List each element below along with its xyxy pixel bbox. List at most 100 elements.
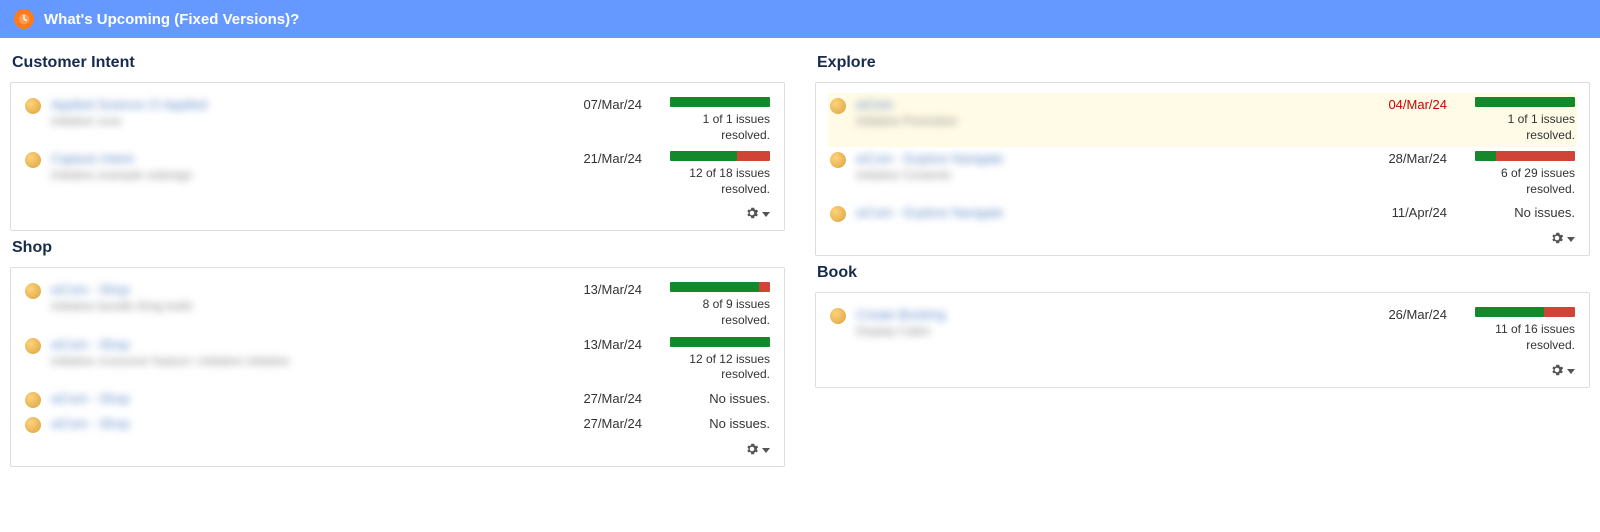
version-main: Applied Science CI Applied initiative xxx…	[51, 97, 552, 128]
version-panel: Create Booking Display Cabin26/Mar/24 11 o…	[815, 292, 1590, 387]
version-panel: Applied Science CI Applied initiative xxx…	[10, 82, 785, 231]
version-main: wCom - Shopinitiative bundle thing build	[51, 282, 552, 313]
version-icon	[25, 417, 41, 433]
version-progress: No issues.	[660, 416, 770, 431]
chevron-down-icon	[762, 212, 770, 217]
version-icon	[25, 152, 41, 168]
version-name[interactable]: Create Booking	[856, 307, 1357, 322]
version-name[interactable]: wCom - Explore Navigate	[856, 205, 1357, 220]
section-title: Book	[817, 264, 1590, 282]
version-date: 27/Mar/24	[552, 391, 642, 406]
version-row[interactable]: Create Booking Display Cabin26/Mar/24 11 o…	[828, 303, 1577, 357]
columns: Customer IntentApplied Science CI Applie…	[0, 38, 1600, 477]
version-row[interactable]: wCom - Shop27/Mar/24 No issues.	[23, 387, 772, 412]
panel-menu-button[interactable]	[1549, 230, 1577, 249]
version-row[interactable]: wCom - Explore Navigate11/Apr/24No issue…	[828, 201, 1577, 226]
version-row[interactable]: wCom - Shop initiative crossover feature …	[23, 333, 772, 387]
section-title: Shop	[12, 239, 785, 257]
version-main: wCom - Shop initiative crossover feature …	[51, 337, 552, 368]
version-main: wCom - Shop	[51, 416, 552, 431]
progress-bar[interactable]	[1475, 307, 1575, 317]
progress-label: 1 of 1 issues resolved.	[1465, 112, 1575, 143]
progress-label: 12 of 12 issues resolved.	[660, 352, 770, 383]
version-subtext: Display Cabin	[856, 324, 1357, 338]
progress-label: 1 of 1 issues resolved.	[660, 112, 770, 143]
version-date: 04/Mar/24	[1357, 97, 1447, 112]
progress-bar[interactable]	[670, 282, 770, 292]
gadget-header: What's Upcoming (Fixed Versions)?	[0, 0, 1600, 38]
version-row[interactable]: Capture Intent initiative example redesig…	[23, 147, 772, 201]
version-main: wCom - Explore Navigate	[856, 205, 1357, 220]
gadget-title: What's Upcoming (Fixed Versions)?	[44, 11, 299, 28]
progress-label: 6 of 29 issues resolved.	[1465, 166, 1575, 197]
version-name[interactable]: wCom - Shop	[51, 337, 552, 352]
version-subtext: initiative example redesign	[51, 168, 552, 182]
version-icon	[830, 308, 846, 324]
gear-icon	[1551, 232, 1563, 247]
version-subtext: initiative Contents	[856, 168, 1357, 182]
version-main: Capture Intent initiative example redesig…	[51, 151, 552, 182]
version-subtext: initiative Promotion	[856, 114, 1357, 128]
no-issues-label: No issues.	[709, 416, 770, 431]
chevron-down-icon	[762, 448, 770, 453]
version-date: 13/Mar/24	[552, 282, 642, 297]
version-name[interactable]: Capture Intent	[51, 151, 552, 166]
panel-footer	[23, 437, 772, 460]
version-panel: wCom - Shopinitiative bundle thing build…	[10, 267, 785, 466]
progress-bar[interactable]	[1475, 97, 1575, 107]
progress-label: 11 of 16 issues resolved.	[1465, 322, 1575, 353]
section-title: Explore	[817, 54, 1590, 72]
version-date: 21/Mar/24	[552, 151, 642, 166]
version-name[interactable]: Applied Science CI Applied	[51, 97, 552, 112]
panel-footer	[828, 226, 1577, 249]
panel-menu-button[interactable]	[744, 441, 772, 460]
panel-footer	[23, 201, 772, 224]
version-row[interactable]: wCom - Explore Navigate initiative Conten…	[828, 147, 1577, 201]
version-main: wCom initiative Promotion	[856, 97, 1357, 128]
version-row[interactable]: wCom - Shop27/Mar/24 No issues.	[23, 412, 772, 437]
version-progress: No issues.	[660, 391, 770, 406]
chevron-down-icon	[1567, 369, 1575, 374]
version-row[interactable]: wCom - Shopinitiative bundle thing build…	[23, 278, 772, 332]
version-icon	[830, 206, 846, 222]
version-icon	[25, 392, 41, 408]
panel-footer	[828, 358, 1577, 381]
gear-icon	[1551, 364, 1563, 379]
version-icon	[830, 152, 846, 168]
version-name[interactable]: wCom - Shop	[51, 416, 552, 431]
version-name[interactable]: wCom - Explore Navigate	[856, 151, 1357, 166]
version-date: 26/Mar/24	[1357, 307, 1447, 322]
version-progress: 12 of 18 issues resolved.	[660, 151, 770, 197]
progress-bar[interactable]	[670, 151, 770, 161]
version-progress: No issues.	[1465, 205, 1575, 220]
version-subtext: initiative xxxx	[51, 114, 552, 128]
progress-bar[interactable]	[670, 337, 770, 347]
version-name[interactable]: wCom - Shop	[51, 391, 552, 406]
version-progress: 8 of 9 issues resolved.	[660, 282, 770, 328]
progress-bar[interactable]	[1475, 151, 1575, 161]
version-progress: 12 of 12 issues resolved.	[660, 337, 770, 383]
version-progress: 1 of 1 issues resolved.	[660, 97, 770, 143]
progress-bar[interactable]	[670, 97, 770, 107]
no-issues-label: No issues.	[1514, 205, 1575, 220]
version-date: 28/Mar/24	[1357, 151, 1447, 166]
gear-icon	[746, 443, 758, 458]
gear-icon	[746, 207, 758, 222]
version-panel: wCom initiative Promotion04/Mar/24 1 of 1 …	[815, 82, 1590, 256]
chevron-down-icon	[1567, 237, 1575, 242]
version-row[interactable]: wCom initiative Promotion04/Mar/24 1 of 1 …	[828, 93, 1577, 147]
panel-menu-button[interactable]	[744, 205, 772, 224]
version-icon	[25, 98, 41, 114]
version-name[interactable]: wCom	[856, 97, 1357, 112]
version-subtext: initiative crossover feature i initiativ…	[51, 354, 552, 368]
progress-label: 8 of 9 issues resolved.	[660, 297, 770, 328]
progress-label: 12 of 18 issues resolved.	[660, 166, 770, 197]
version-name[interactable]: wCom - Shop	[51, 282, 552, 297]
version-date: 27/Mar/24	[552, 416, 642, 431]
panel-menu-button[interactable]	[1549, 362, 1577, 381]
version-icon	[25, 283, 41, 299]
version-progress: 6 of 29 issues resolved.	[1465, 151, 1575, 197]
version-icon	[830, 98, 846, 114]
version-row[interactable]: Applied Science CI Applied initiative xxx…	[23, 93, 772, 147]
version-progress: 1 of 1 issues resolved.	[1465, 97, 1575, 143]
